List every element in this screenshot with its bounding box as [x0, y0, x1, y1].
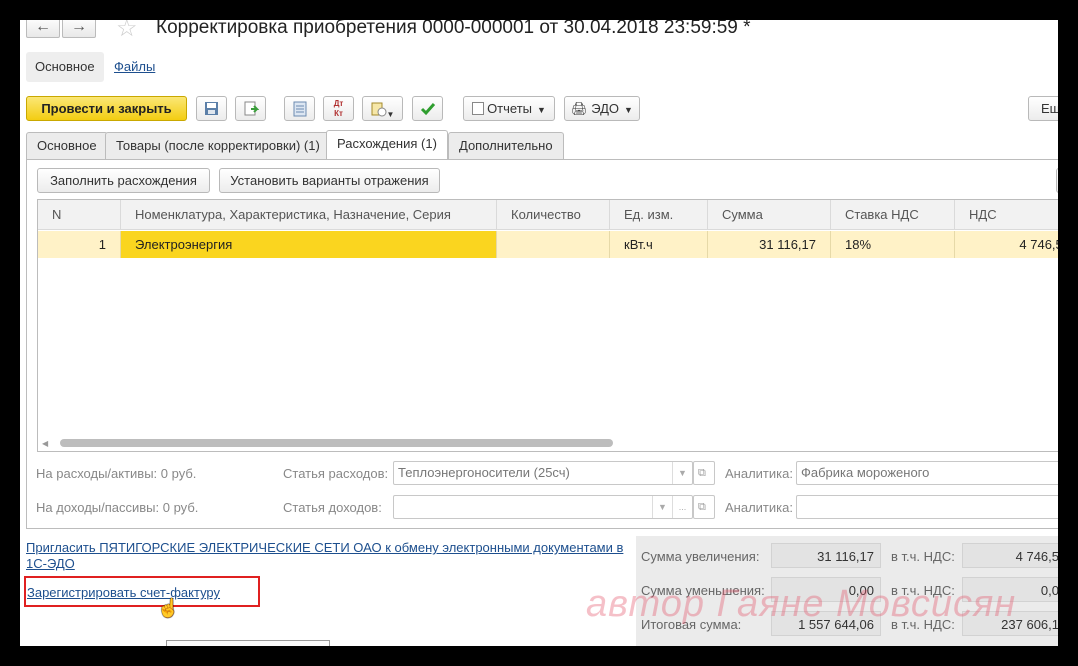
- income-liabilities-label: На доходы/пассивы: 0 руб.: [36, 500, 199, 515]
- arrow-right-icon: →: [71, 20, 87, 35]
- dropdown-arrow-icon[interactable]: ▼: [672, 462, 692, 484]
- section-tab-main[interactable]: Основное: [26, 52, 104, 82]
- chevron-down-icon: ▼: [386, 110, 395, 119]
- forward-button[interactable]: →: [62, 20, 96, 38]
- scroll-left-icon[interactable]: ◀: [42, 439, 48, 448]
- cell-unit[interactable]: кВт.ч: [610, 231, 708, 258]
- tab-main[interactable]: Основное: [26, 132, 108, 159]
- edo-button[interactable]: 🖨 ЭДО ▼: [564, 96, 640, 121]
- column-header-vat[interactable]: НДС: [955, 200, 1058, 230]
- favorite-star-icon[interactable]: ☆: [116, 20, 138, 43]
- expense-item-label: Статья расходов:: [283, 466, 389, 481]
- table-more-button[interactable]: [1056, 168, 1058, 193]
- reports-label: Отчеты: [487, 101, 532, 116]
- document-list-icon: [293, 101, 306, 117]
- column-header-n[interactable]: N: [38, 200, 121, 230]
- author-watermark: автор Гаяне Мовсисян: [586, 583, 1017, 625]
- invite-edo-link-cont[interactable]: 1С-ЭДО: [26, 556, 75, 571]
- fill-discrepancies-button[interactable]: Заполнить расхождения: [37, 168, 210, 193]
- window-title: Корректировка приобретения 0000-000001 о…: [156, 20, 751, 38]
- increase-value: 31 116,17: [771, 543, 881, 568]
- more-button[interactable]: Еще: [1028, 96, 1058, 121]
- save-icon: [205, 102, 218, 115]
- dt-kt-icon: Дт Кт: [333, 99, 344, 118]
- tooltip: [166, 640, 330, 646]
- ellipsis-icon[interactable]: ...: [672, 496, 692, 518]
- dropdown-arrow-icon[interactable]: ▼: [652, 496, 672, 518]
- reports-button[interactable]: Отчеты ▼: [463, 96, 555, 121]
- analytics-value: Фабрика мороженого: [801, 465, 930, 480]
- cell-sum[interactable]: 31 116,17: [708, 231, 831, 258]
- open-expense-item-button[interactable]: ⧉: [693, 461, 715, 485]
- expenses-assets-label: На расходы/активы: 0 руб.: [36, 466, 197, 481]
- analytics-label: Аналитика:: [725, 466, 793, 481]
- arrow-left-icon: ←: [35, 20, 51, 35]
- cell-vat[interactable]: 4 746,53: [955, 231, 1058, 258]
- post-document-icon: [244, 101, 259, 116]
- set-reflection-variants-button[interactable]: Установить варианты отражения: [219, 168, 440, 193]
- hand-cursor-icon: ☝: [157, 598, 180, 618]
- cell-item[interactable]: Электроэнергия: [121, 231, 497, 258]
- column-header-vat-rate[interactable]: Ставка НДС: [831, 200, 955, 230]
- section-tab-files[interactable]: Файлы: [105, 52, 164, 82]
- increase-vat-value: 4 746,5: [962, 543, 1058, 568]
- analytics-label-2: Аналитика:: [725, 500, 793, 515]
- invite-edo-link[interactable]: Пригласить ПЯТИГОРСКИЕ ЭЛЕКТРИЧЕСКИЕ СЕТ…: [26, 540, 623, 555]
- column-header-nomenclature[interactable]: Номенклатура, Характеристика, Назначение…: [121, 200, 497, 230]
- income-item-field[interactable]: ▼ ...: [393, 495, 693, 519]
- create-based-icon: [371, 102, 387, 117]
- chevron-down-icon: ▼: [537, 105, 546, 115]
- checkmark-icon: [420, 103, 435, 116]
- open-income-item-button[interactable]: ⧉: [693, 495, 715, 519]
- back-button[interactable]: ←: [26, 20, 60, 38]
- cell-vat-rate[interactable]: 18%: [831, 231, 955, 258]
- column-header-sum[interactable]: Сумма: [708, 200, 831, 230]
- tab-goods-after-correction[interactable]: Товары (после корректировки) (1): [105, 132, 331, 159]
- expense-item-field[interactable]: Теплоэнергоносители (25сч) ▼: [393, 461, 693, 485]
- reports-icon: [472, 102, 485, 115]
- column-header-unit[interactable]: Ед. изм.: [610, 200, 708, 230]
- increase-vat-label: в т.ч. НДС:: [891, 549, 955, 564]
- dt-kt-button[interactable]: Дт Кт: [323, 96, 354, 121]
- tab-discrepancies[interactable]: Расхождения (1): [326, 130, 448, 160]
- cell-quantity[interactable]: [497, 231, 610, 258]
- check-button[interactable]: [412, 96, 443, 121]
- save-button[interactable]: [196, 96, 227, 121]
- document-window: ← → ☆ Корректировка приобретения 0000-00…: [20, 20, 1058, 646]
- register-invoice-link[interactable]: Зарегистрировать счет-фактуру: [27, 585, 220, 600]
- expense-item-value: Теплоэнергоносители (25сч): [398, 465, 570, 480]
- edo-label: ЭДО: [591, 101, 620, 116]
- post-button[interactable]: [235, 96, 266, 121]
- printer-icon: 🖨: [571, 101, 588, 116]
- post-and-close-button[interactable]: Провести и закрыть: [26, 96, 187, 121]
- analytics-field-2[interactable]: [796, 495, 1058, 519]
- column-header-quantity[interactable]: Количество: [497, 200, 610, 230]
- cell-n[interactable]: 1: [38, 231, 121, 258]
- increase-label: Сумма увеличения:: [641, 549, 760, 564]
- create-based-on-button[interactable]: ▼: [362, 96, 403, 121]
- list-button[interactable]: [284, 96, 315, 121]
- discrepancies-table: N Номенклатура, Характеристика, Назначен…: [37, 199, 1058, 452]
- analytics-field[interactable]: Фабрика мороженого: [796, 461, 1058, 485]
- income-item-label: Статья доходов:: [283, 500, 382, 515]
- horizontal-scrollbar[interactable]: [60, 439, 613, 447]
- chevron-down-icon: ▼: [624, 105, 633, 115]
- tab-additional[interactable]: Дополнительно: [448, 132, 564, 159]
